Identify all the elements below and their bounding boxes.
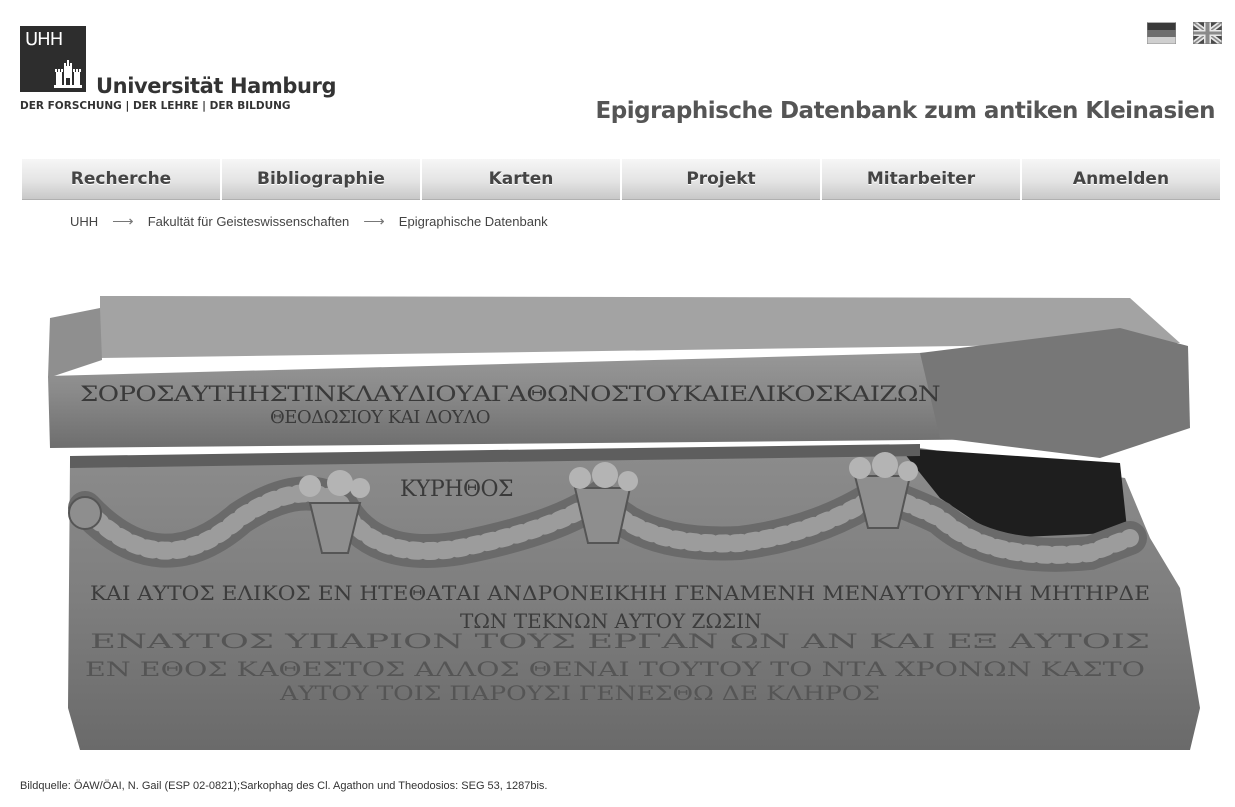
arrow-right-icon: ⟶: [112, 213, 134, 230]
nav-item-recherche[interactable]: Recherche: [22, 159, 220, 200]
main-navigation: Recherche Bibliographie Karten Projekt M…: [22, 159, 1220, 200]
site-title: Epigraphische Datenbank zum antiken Klei…: [595, 98, 1216, 124]
nav-item-bibliographie[interactable]: Bibliographie: [222, 159, 420, 200]
nav-item-anmelden[interactable]: Anmelden: [1022, 159, 1220, 200]
university-logo[interactable]: UHH Universität Hamburg DER FORSCHUNG | …: [20, 26, 337, 116]
nav-item-mitarbeiter[interactable]: Mitarbeiter: [822, 159, 1020, 200]
nav-item-karten[interactable]: Karten: [422, 159, 620, 200]
image-caption: Bildquelle: ÖAW/ÖAI, N. Gail (ESP 02-082…: [20, 780, 548, 792]
sarcophagus-image: ΣΟΡΟΣΑΥΤΗΗΣΤΙΝΚΛΑΥΔΙΟΥΑΓΑΘΩΝΟΣΤΟΥΚΑΙΕΛΙΚ…: [48, 296, 1200, 750]
lid-inscription-2: ΘΕΟΔΩΣΙΟΥ ΚΑΙ ΔΟΥΛΟ: [270, 407, 490, 428]
university-name: Universität Hamburg: [96, 74, 337, 98]
uk-flag-icon[interactable]: [1193, 22, 1222, 44]
nav-item-projekt[interactable]: Projekt: [622, 159, 820, 200]
university-tagline: DER FORSCHUNG | DER LEHRE | DER BILDUNG: [20, 100, 291, 112]
breadcrumb: UHH ⟶ Fakultät für Geisteswissenschaften…: [70, 212, 548, 230]
arrow-right-icon: ⟶: [363, 213, 385, 230]
body-inscription-line: ΕΝΑΥΤΟΣ ΥΠΑΡΙΟΝ ΤΟΥΣ ΕΡΓΑΝ ΩΝ ΑΝ ΚΑΙ ΕΞ …: [90, 629, 1150, 653]
german-flag-icon[interactable]: [1147, 22, 1176, 44]
breadcrumb-link-uhh[interactable]: UHH: [70, 214, 98, 229]
garland-inscription: ΚΥΡΗΘΟΣ: [400, 477, 513, 502]
body-inscription-line: ΚΑΙ ΑΥΤΟΣ ΕΛΙΚΟΣ ΕΝ ΗΤΕΘΑΤΑΙ ΑΝΔΡΟΝΕΙΚΗΗ…: [90, 581, 1150, 605]
castle-icon: [54, 60, 82, 88]
logo-mark: UHH: [20, 26, 86, 92]
breadcrumb-link-faculty[interactable]: Fakultät für Geisteswissenschaften: [148, 214, 350, 229]
lid-inscription: ΣΟΡΟΣΑΥΤΗΗΣΤΙΝΚΛΑΥΔΙΟΥΑΓΑΘΩΝΟΣΤΟΥΚΑΙΕΛΙΚ…: [80, 382, 940, 406]
logo-mark-text: UHH: [25, 29, 63, 50]
body-inscription-line: ΑΥΤΟΥ ΤΟΙΣ ΠΑΡΟΥΣΙ ΓΕΝΕΣΘΩ ΔΕ ΚΛΗΡΟΣ: [279, 681, 880, 705]
breadcrumb-link-database[interactable]: Epigraphische Datenbank: [399, 214, 548, 229]
body-inscription-line: ΕΝ ΕΘΟΣ ΚΑΘΕΣΤΟΣ ΑΛΛΟΣ ΘΕΝΑΙ ΤΟΥΤΟΥ ΤΟ Ν…: [85, 657, 1145, 681]
